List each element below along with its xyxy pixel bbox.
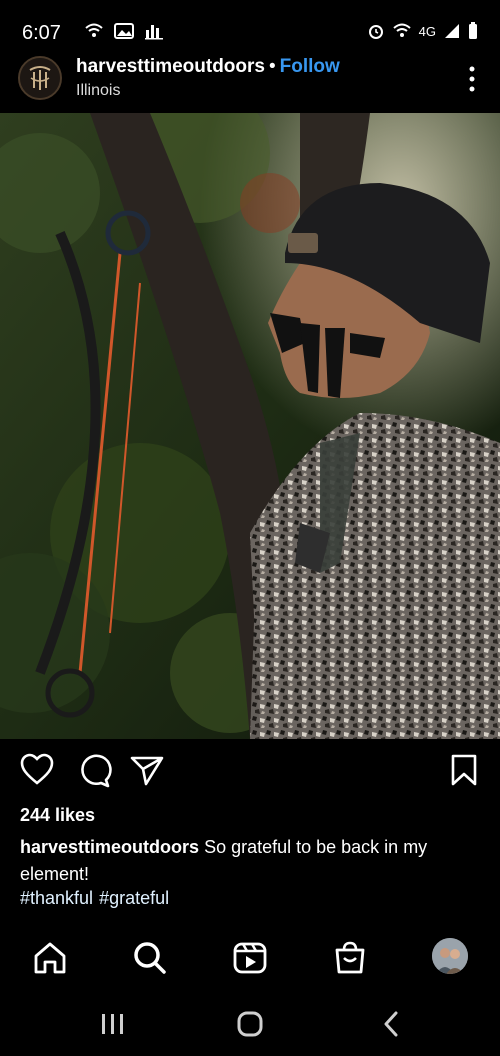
network-type: 4G — [418, 23, 436, 39]
like-count[interactable]: 244 likes — [20, 805, 95, 826]
hashtag[interactable]: #thankful — [20, 888, 93, 908]
profile-avatar[interactable] — [432, 938, 468, 974]
home-button-icon[interactable] — [230, 1006, 270, 1042]
follow-button[interactable]: Follow — [280, 56, 340, 77]
profile-photo-icon — [432, 938, 468, 974]
post-caption: harvesttimeoutdoors So grateful to be ba… — [20, 834, 480, 888]
back-icon[interactable] — [372, 1006, 412, 1042]
post-location[interactable]: Illinois — [76, 82, 120, 100]
hashtag[interactable]: #grateful — [99, 888, 169, 908]
author-avatar[interactable] — [18, 56, 62, 100]
shop-icon[interactable] — [330, 938, 370, 978]
status-bar: 6:07 4G — [0, 0, 500, 56]
gallery-icon — [114, 23, 134, 39]
more-options-icon[interactable] — [468, 66, 476, 92]
wifi-calling-icon — [85, 23, 103, 37]
status-time: 6:07 — [22, 22, 61, 44]
comment-icon[interactable] — [74, 750, 112, 790]
send-icon[interactable] — [128, 750, 166, 790]
home-icon[interactable] — [30, 938, 70, 978]
battery-icon — [469, 22, 477, 39]
wifi-icon — [392, 23, 411, 37]
caption-username[interactable]: harvesttimeoutdoors — [20, 837, 199, 857]
alarm-icon — [368, 25, 383, 39]
logo-icon — [20, 58, 60, 98]
recent-apps-icon[interactable] — [92, 1006, 132, 1042]
post-image[interactable] — [0, 113, 500, 739]
system-navigation — [0, 992, 500, 1056]
signal-icon — [445, 24, 459, 38]
heart-icon[interactable] — [18, 750, 56, 790]
photo-illustration — [0, 113, 500, 739]
hashtags: #thankful #grateful — [20, 888, 175, 909]
chart-icon — [145, 25, 163, 40]
separator-dot: • — [268, 56, 276, 77]
reels-icon[interactable] — [230, 938, 270, 978]
status-right-icons: 4G — [367, 22, 478, 40]
author-username[interactable]: harvesttimeoutdoors — [76, 56, 265, 77]
post-actions — [0, 750, 500, 794]
status-left-icons — [84, 22, 164, 40]
bookmark-icon[interactable] — [445, 750, 483, 790]
bottom-navigation — [0, 930, 500, 986]
search-icon[interactable] — [130, 938, 170, 978]
post-header-title: harvesttimeoutdoors • Follow — [76, 56, 340, 78]
